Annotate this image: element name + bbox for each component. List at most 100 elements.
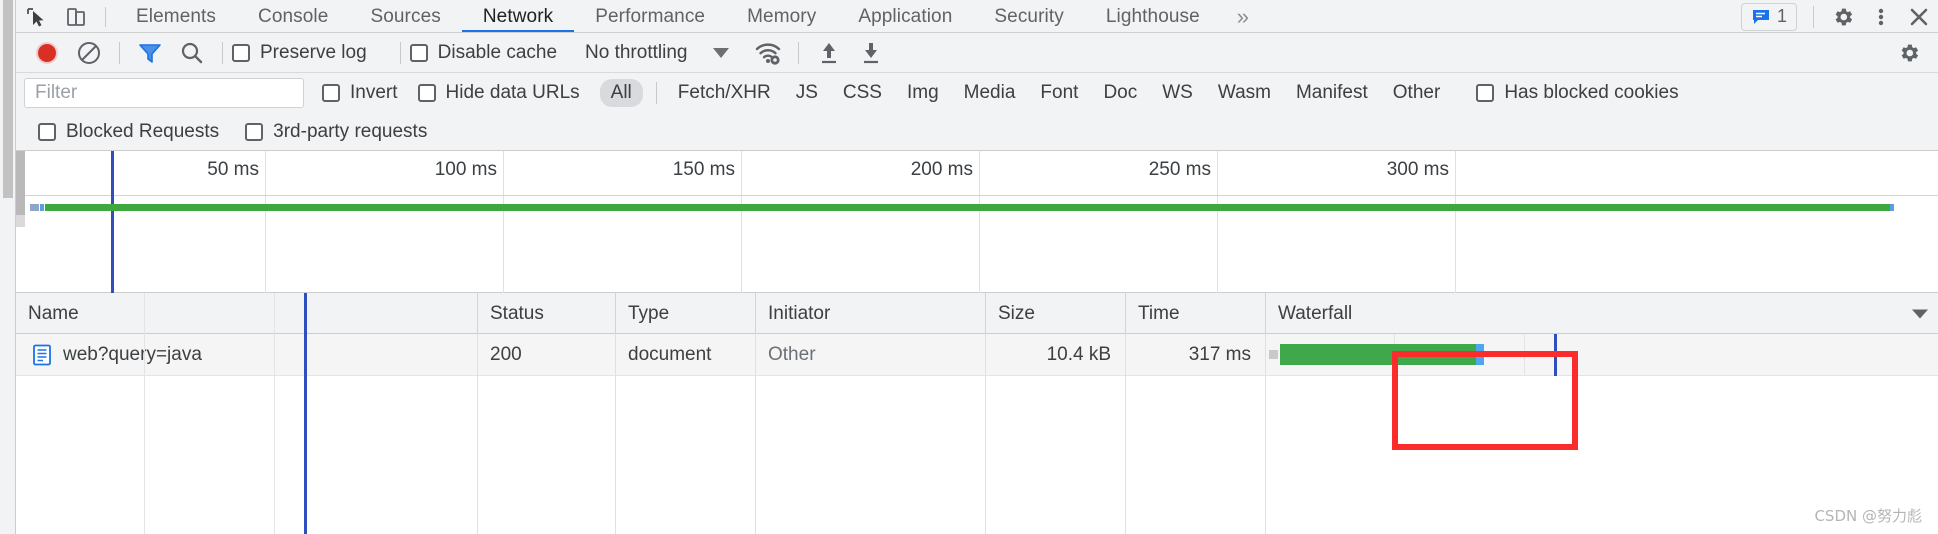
preserve-log-checkbox[interactable]: Preserve log xyxy=(232,42,367,64)
filter-bar: Filter Invert Hide data URLs All Fetch/X… xyxy=(16,73,1938,113)
invert-label: Invert xyxy=(350,82,398,103)
filter-type-wasm[interactable]: Wasm xyxy=(1207,79,1282,107)
network-overview[interactable]: 50 ms 100 ms 150 ms 200 ms 250 ms 300 ms xyxy=(16,151,1938,293)
cell-status: 200 xyxy=(478,334,616,376)
filter-type-img[interactable]: Img xyxy=(896,79,950,107)
clear-button[interactable] xyxy=(68,36,110,70)
filter-type-all[interactable]: All xyxy=(599,79,643,107)
record-button[interactable] xyxy=(26,36,68,70)
more-tabs-label: » xyxy=(1236,3,1250,29)
checkbox-box[interactable] xyxy=(232,43,250,62)
initiator-value: Other xyxy=(768,344,816,365)
filter-type-fetch-xhr[interactable]: Fetch/XHR xyxy=(667,79,782,107)
checkbox-box[interactable] xyxy=(245,122,264,141)
blocked-requests-checkbox[interactable]: Blocked Requests xyxy=(38,121,219,143)
more-tabs-button[interactable]: » xyxy=(1221,0,1265,33)
tab-sources[interactable]: Sources xyxy=(349,0,461,33)
checkbox-box[interactable] xyxy=(417,84,436,102)
cell-type: document xyxy=(616,334,756,376)
filter-type-divider xyxy=(655,82,657,104)
third-party-requests-checkbox[interactable]: 3rd-party requests xyxy=(245,121,427,143)
request-name: web?query=java xyxy=(63,344,202,365)
empty-cell xyxy=(616,418,756,534)
filter-type-ws[interactable]: WS xyxy=(1151,79,1204,107)
export-har-icon[interactable] xyxy=(850,36,892,70)
has-blocked-cookies-checkbox[interactable]: Has blocked cookies xyxy=(1476,82,1679,104)
tab-application[interactable]: Application xyxy=(837,0,973,33)
filter-type-doc[interactable]: Doc xyxy=(1092,79,1148,107)
waterfall-gridline xyxy=(274,293,275,534)
checkbox-box[interactable] xyxy=(1476,84,1495,102)
toolbar-divider-3 xyxy=(399,41,401,64)
overview-left-handle-lower[interactable] xyxy=(16,215,25,227)
checkbox-box[interactable] xyxy=(409,43,428,62)
network-toolbar: Preserve log Disable cache No throttling xyxy=(16,33,1938,73)
tab-label: Performance xyxy=(595,5,706,27)
search-icon[interactable] xyxy=(171,36,213,70)
timeline-tick xyxy=(741,151,742,293)
column-header-initiator[interactable]: Initiator xyxy=(756,293,986,334)
column-header-status[interactable]: Status xyxy=(478,293,616,334)
tab-label: Security xyxy=(994,5,1064,27)
tab-memory[interactable]: Memory xyxy=(726,0,837,33)
tab-security[interactable]: Security xyxy=(973,0,1084,33)
filter-type-manifest[interactable]: Manifest xyxy=(1285,79,1379,107)
message-count-badge[interactable]: 1 xyxy=(1740,2,1797,31)
tabbar-divider xyxy=(105,6,106,27)
column-header-size[interactable]: Size xyxy=(986,293,1126,334)
import-har-icon[interactable] xyxy=(808,36,850,70)
checkbox-box[interactable] xyxy=(38,122,56,141)
cell-name[interactable]: web?query=java xyxy=(16,334,478,376)
filter-type-font[interactable]: Font xyxy=(1029,79,1089,107)
empty-cell xyxy=(478,418,616,534)
timeline-tick xyxy=(979,151,980,293)
throttling-dropdown[interactable]: No throttling xyxy=(585,42,730,64)
tab-elements[interactable]: Elements xyxy=(115,0,237,33)
network-conditions-icon[interactable] xyxy=(747,36,789,70)
table-empty-row xyxy=(16,293,1938,534)
filter-toggle-icon[interactable] xyxy=(129,36,171,70)
toolbar-divider-2 xyxy=(222,41,223,64)
hide-data-urls-checkbox[interactable]: Hide data URLs xyxy=(417,82,580,104)
cell-waterfall xyxy=(1266,334,1938,376)
checkbox-box[interactable] xyxy=(322,84,340,102)
more-options-icon[interactable] xyxy=(1862,1,1900,33)
timeline-tick xyxy=(1217,151,1218,293)
disable-cache-checkbox[interactable]: Disable cache xyxy=(409,42,557,64)
left-scrollbar-gutter[interactable] xyxy=(0,0,16,534)
overview-left-handle[interactable] xyxy=(16,151,25,215)
network-settings-icon[interactable] xyxy=(1888,36,1930,70)
close-icon[interactable] xyxy=(1900,1,1938,33)
document-icon xyxy=(32,344,52,366)
tab-label: Application xyxy=(858,5,953,27)
gear-icon[interactable] xyxy=(1824,1,1862,33)
inspect-element-icon[interactable] xyxy=(16,1,56,33)
tab-console[interactable]: Console xyxy=(237,0,349,33)
filter-type-other[interactable]: Other xyxy=(1382,79,1452,107)
chevron-down-icon[interactable] xyxy=(713,47,730,58)
tab-performance[interactable]: Performance xyxy=(574,0,726,33)
timeline-tick-label: 150 ms xyxy=(672,159,735,180)
empty-cell xyxy=(1126,376,1266,418)
filter-type-js[interactable]: JS xyxy=(785,79,829,107)
waterfall-gridline xyxy=(144,293,145,534)
column-header-time[interactable]: Time xyxy=(1126,293,1266,334)
filter-type-css[interactable]: CSS xyxy=(832,79,893,107)
filter-type-media[interactable]: Media xyxy=(953,79,1027,107)
column-header-name[interactable]: Name xyxy=(16,293,478,334)
cell-initiator: Other xyxy=(756,334,986,376)
tab-label: Sources xyxy=(370,5,441,27)
column-header-waterfall[interactable]: Waterfall xyxy=(1266,293,1938,334)
tab-lighthouse[interactable]: Lighthouse xyxy=(1085,0,1221,33)
column-header-type[interactable]: Type xyxy=(616,293,756,334)
empty-cell xyxy=(144,293,1938,534)
timeline-ruler: 50 ms 100 ms 150 ms 200 ms 250 ms 300 ms xyxy=(25,151,1938,293)
size-value: 10.4 kB xyxy=(1046,344,1111,365)
overview-activity-band xyxy=(45,204,1890,211)
device-toolbar-icon[interactable] xyxy=(56,1,96,33)
scrollbar-thumb[interactable] xyxy=(3,0,13,198)
filter-input[interactable]: Filter xyxy=(24,78,304,108)
invert-checkbox[interactable]: Invert xyxy=(322,82,398,104)
chevron-down-icon[interactable] xyxy=(1912,309,1928,318)
tab-network[interactable]: Network xyxy=(461,0,575,33)
